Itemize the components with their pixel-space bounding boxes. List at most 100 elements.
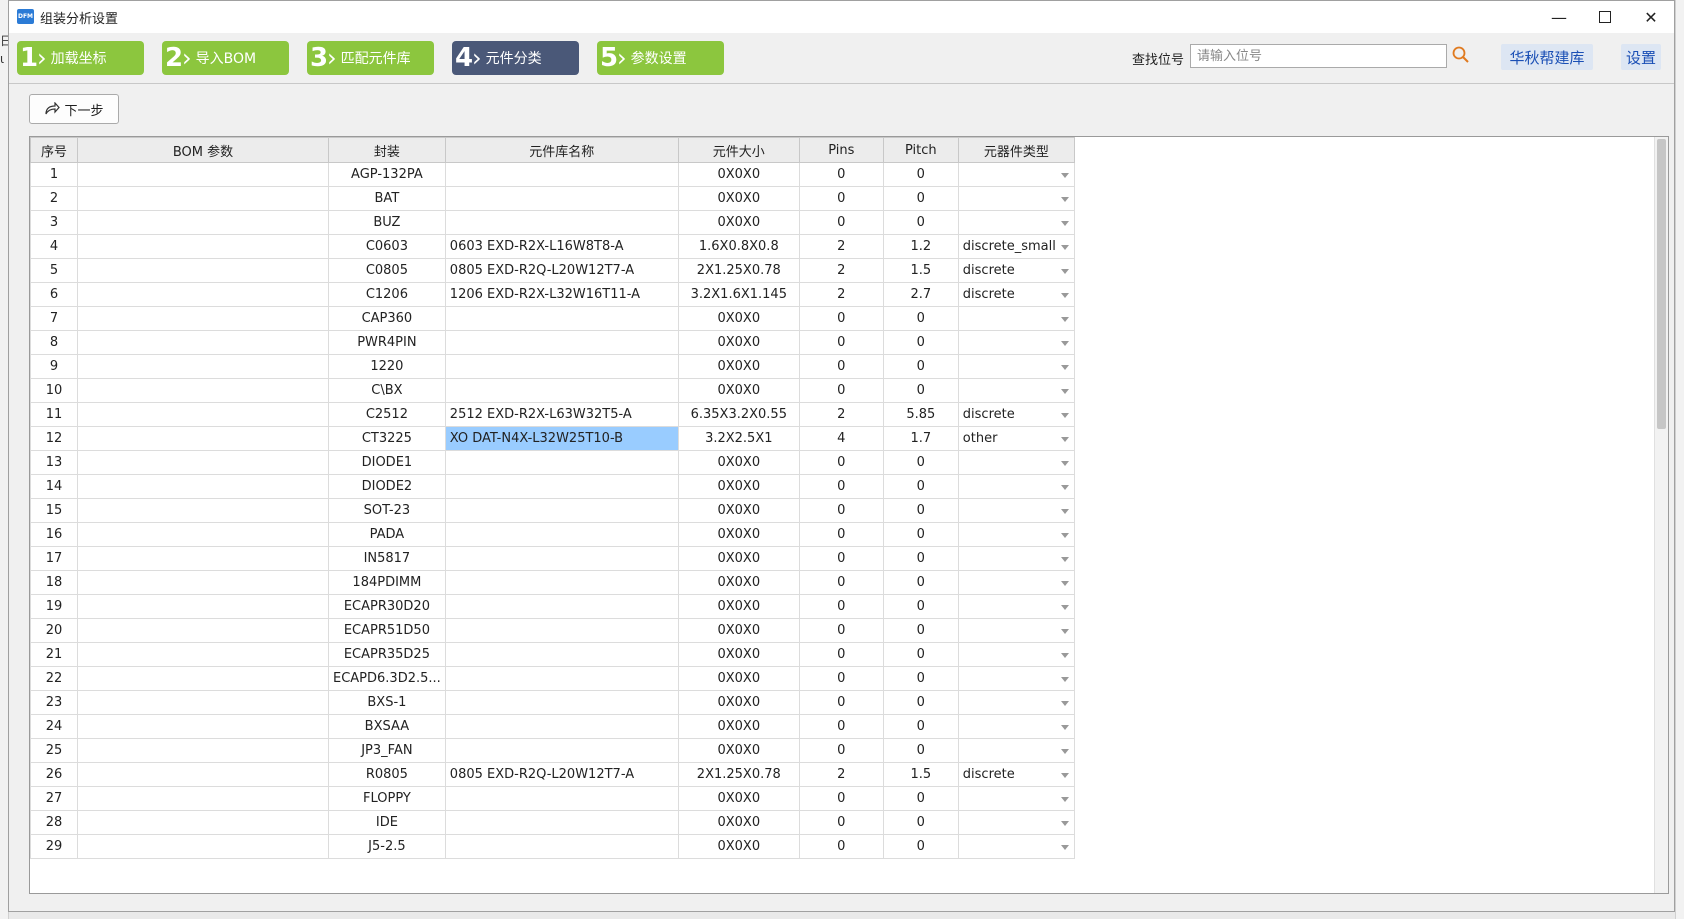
table-cell[interactable]: R0805 (328, 762, 446, 787)
table-cell[interactable] (444, 738, 679, 763)
table-row[interactable]: 20 ECAPR51D50 0X0X0 0 0 (30, 618, 1075, 643)
table-cell[interactable]: SOT-23 (328, 498, 446, 523)
table-row[interactable]: 28 IDE 0X0X0 0 0 (30, 810, 1075, 835)
table-cell[interactable]: DIODE1 (328, 450, 446, 475)
component-type-dropdown[interactable] (957, 498, 1075, 523)
table-cell[interactable]: 2X1.25X0.78 (677, 762, 800, 787)
wizard-step-1[interactable]: 1 › 加载坐标 (17, 41, 144, 75)
table-cell[interactable]: 1.5 (882, 762, 959, 787)
table-row[interactable]: 21 ECAPR35D25 0X0X0 0 0 (30, 642, 1075, 667)
table-row[interactable]: 4 C0603 0603 EXD-R2X-L16W8T8-A 1.6X0.8X0.8 2… (30, 234, 1075, 259)
table-cell[interactable]: 11 (30, 402, 78, 427)
table-cell[interactable] (77, 522, 329, 547)
wizard-step-3[interactable]: 3 › 匹配元件库 (307, 41, 434, 75)
table-cell[interactable]: 0 (798, 546, 884, 571)
table-cell[interactable]: 23 (30, 690, 78, 715)
table-cell[interactable] (444, 354, 679, 379)
table-cell[interactable]: 0 (882, 474, 959, 499)
table-cell[interactable]: 0X0X0 (677, 810, 800, 835)
table-cell[interactable] (77, 762, 329, 787)
table-cell[interactable]: 0 (798, 378, 884, 403)
table-cell[interactable]: 0 (882, 210, 959, 235)
dropdown-arrow-icon[interactable] (1060, 317, 1069, 322)
table-row[interactable]: 18 184PDIMM 0X0X0 0 0 (30, 570, 1075, 595)
table-cell[interactable]: 0805 EXD-R2Q-L20W12T7-A (444, 762, 679, 787)
table-cell[interactable]: 2 (798, 234, 884, 259)
column-header[interactable]: Pins (798, 137, 884, 163)
table-cell[interactable] (444, 690, 679, 715)
component-type-dropdown[interactable] (957, 306, 1075, 331)
table-cell[interactable]: 0 (882, 498, 959, 523)
table-cell[interactable]: C2512 (328, 402, 446, 427)
maximize-button[interactable] (1582, 1, 1628, 33)
table-cell[interactable] (444, 306, 679, 331)
component-type-dropdown[interactable]: discrete (957, 762, 1075, 787)
dropdown-arrow-icon[interactable] (1060, 197, 1069, 202)
table-cell[interactable] (444, 570, 679, 595)
table-cell[interactable] (444, 810, 679, 835)
table-row[interactable]: 26 R0805 0805 EXD-R2Q-L20W12T7-A 2X1.25X0.7… (30, 762, 1075, 787)
component-type-dropdown[interactable]: discrete (957, 402, 1075, 427)
table-row[interactable]: 29 J5-2.5 0X0X0 0 0 (30, 834, 1075, 859)
column-header[interactable]: 元件大小 (677, 137, 800, 163)
table-cell[interactable]: 0X0X0 (677, 162, 800, 187)
dropdown-arrow-icon[interactable] (1060, 533, 1069, 538)
table-row[interactable]: 27 FLOPPY 0X0X0 0 0 (30, 786, 1075, 811)
dropdown-arrow-icon[interactable] (1060, 653, 1069, 658)
table-cell[interactable] (77, 474, 329, 499)
table-cell[interactable]: 0 (882, 810, 959, 835)
table-cell[interactable]: ECAPR35D25 (328, 642, 446, 667)
table-cell[interactable]: 0 (882, 786, 959, 811)
table-cell[interactable]: 2.7 (882, 282, 959, 307)
table-cell[interactable]: 25 (30, 738, 78, 763)
table-cell[interactable]: 0 (882, 186, 959, 211)
dropdown-arrow-icon[interactable] (1060, 821, 1069, 826)
table-cell[interactable]: CT3225 (328, 426, 446, 451)
table-cell[interactable]: 0 (882, 618, 959, 643)
table-cell[interactable] (444, 330, 679, 355)
table-cell[interactable]: 14 (30, 474, 78, 499)
component-type-dropdown[interactable] (957, 522, 1075, 547)
table-cell[interactable]: 0 (882, 162, 959, 187)
table-cell[interactable]: 0 (798, 666, 884, 691)
table-cell[interactable]: 2 (30, 186, 78, 211)
table-cell[interactable] (444, 474, 679, 499)
table-cell[interactable] (77, 786, 329, 811)
table-row[interactable]: 22 ECAPD6.3D2.5... 0X0X0 0 0 (30, 666, 1075, 691)
dropdown-arrow-icon[interactable] (1060, 701, 1069, 706)
table-cell[interactable]: 0X0X0 (677, 330, 800, 355)
table-cell[interactable]: 0X0X0 (677, 186, 800, 211)
column-header[interactable]: 序号 (30, 137, 78, 163)
table-cell[interactable] (77, 594, 329, 619)
table-cell[interactable]: 3.2X1.6X1.145 (677, 282, 800, 307)
table-cell[interactable]: 2 (798, 762, 884, 787)
table-cell[interactable]: 5 (30, 258, 78, 283)
table-cell[interactable]: 1220 (328, 354, 446, 379)
table-cell[interactable]: AGP-132PA (328, 162, 446, 187)
table-cell[interactable]: 0 (882, 354, 959, 379)
table-row[interactable]: 14 DIODE2 0X0X0 0 0 (30, 474, 1075, 499)
table-cell[interactable]: IDE (328, 810, 446, 835)
table-cell[interactable]: 0 (798, 642, 884, 667)
dropdown-arrow-icon[interactable] (1060, 581, 1069, 586)
table-cell[interactable]: 22 (30, 666, 78, 691)
table-cell[interactable]: 0X0X0 (677, 306, 800, 331)
table-cell[interactable]: 0 (798, 714, 884, 739)
dropdown-arrow-icon[interactable] (1060, 413, 1069, 418)
table-cell[interactable] (77, 282, 329, 307)
table-cell[interactable]: 0 (882, 522, 959, 547)
table-cell[interactable]: 0 (798, 834, 884, 859)
table-cell[interactable]: 15 (30, 498, 78, 523)
table-cell[interactable]: 0X0X0 (677, 738, 800, 763)
table-cell[interactable] (77, 378, 329, 403)
table-cell[interactable]: 4 (30, 234, 78, 259)
table-cell[interactable] (77, 810, 329, 835)
table-cell[interactable]: 6.35X3.2X0.55 (677, 402, 800, 427)
column-header[interactable]: 元件库名称 (444, 137, 679, 163)
component-type-dropdown[interactable] (957, 738, 1075, 763)
table-cell[interactable]: 0X0X0 (677, 570, 800, 595)
column-header[interactable]: 元器件类型 (957, 137, 1075, 163)
table-cell[interactable]: 2512 EXD-R2X-L63W32T5-A (444, 402, 679, 427)
table-cell[interactable]: DIODE2 (328, 474, 446, 499)
column-header[interactable]: BOM 参数 (77, 137, 329, 163)
